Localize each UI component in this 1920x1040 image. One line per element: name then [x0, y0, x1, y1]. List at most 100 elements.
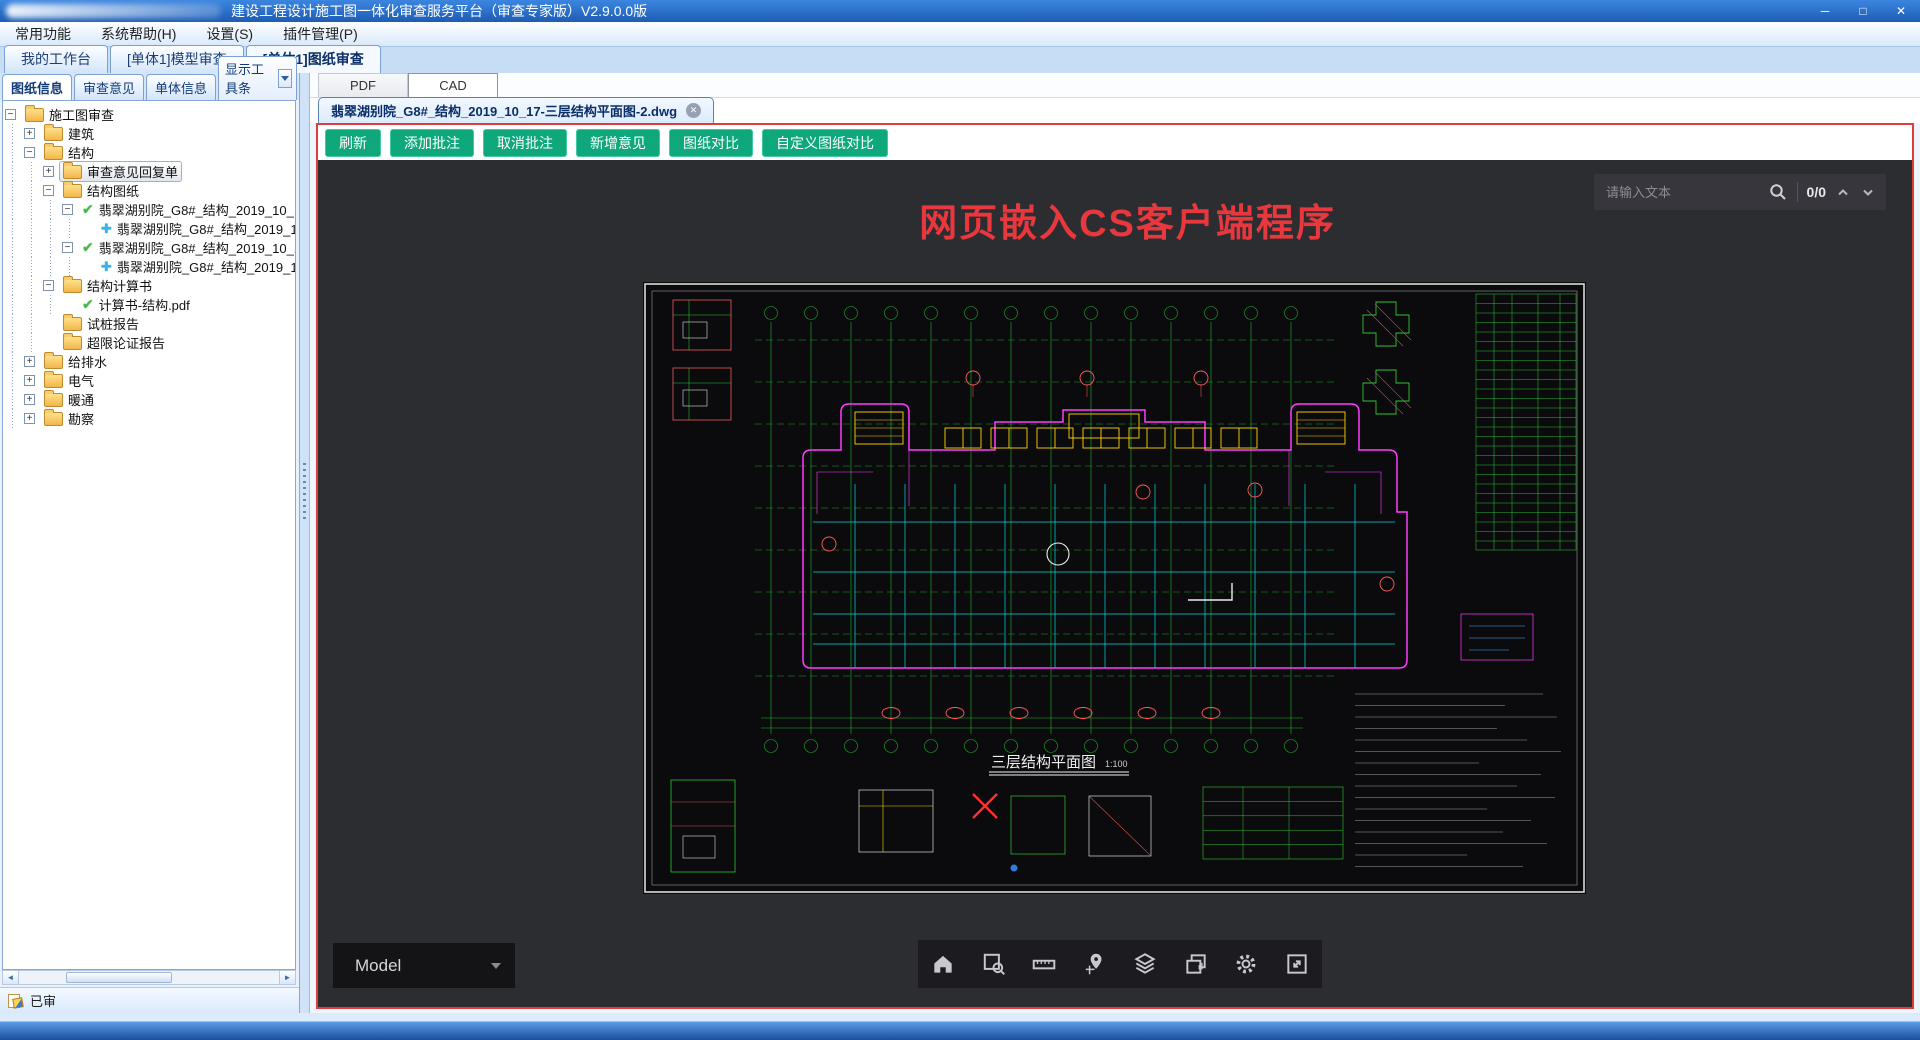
tree-node[interactable]: 试桩报告	[3, 313, 295, 334]
tree-node-content[interactable]: 超限论证报告	[59, 332, 169, 353]
viewer-action-button[interactable]: 取消批注	[483, 128, 567, 157]
tree-guide	[3, 143, 22, 162]
zoom-window-button[interactable]	[977, 947, 1011, 981]
tree-label: 结构	[68, 146, 95, 161]
tree-guide	[3, 181, 22, 200]
tree-node[interactable]: + 给排水	[3, 351, 295, 372]
tree-guide	[41, 257, 60, 276]
tree-expander[interactable]: +	[24, 375, 35, 386]
viewer-action-button[interactable]: 新增意见	[576, 128, 660, 157]
maximize-button[interactable]: □	[1844, 0, 1882, 22]
tree-node-content[interactable]: 勘察	[40, 408, 98, 429]
tree-label: 试桩报告	[87, 317, 140, 332]
minimize-button[interactable]: ─	[1806, 0, 1844, 22]
format-tab-cad[interactable]: CAD	[408, 73, 498, 97]
menu-item[interactable]: 插件管理(P)	[268, 24, 373, 44]
tree-expander[interactable]: −	[62, 204, 73, 215]
tree-node[interactable]: + 审查意见回复单	[3, 161, 295, 182]
tree-node-content[interactable]: 结构计算书	[59, 275, 156, 296]
tree-node-content[interactable]: ✔ 翡翠湖别院_G8#_结构_2019_10_17-三	[78, 237, 295, 258]
fullscreen-button[interactable]	[1280, 947, 1314, 981]
tree-node-content[interactable]: ✚ 翡翠湖别院_G8#_结构_2019_10_1	[97, 218, 295, 239]
layers-button[interactable]	[1128, 947, 1162, 981]
tree-expander[interactable]: +	[24, 356, 35, 367]
tree-expander[interactable]: −	[62, 242, 73, 253]
settings-gear-button[interactable]	[1229, 947, 1263, 981]
tree-node[interactable]: − 结构	[3, 142, 295, 163]
document-tab[interactable]: 翡翠湖别院_G8#_结构_2019_10_17-三层结构平面图-2.dwg ✕	[318, 97, 715, 123]
viewer-action-button[interactable]: 刷新	[325, 128, 381, 157]
main-tab[interactable]: 我的工作台	[4, 45, 108, 73]
horizontal-scrollbar[interactable]: ◄ ►	[2, 970, 296, 985]
tree-node-content[interactable]: 电气	[40, 370, 98, 391]
tree-node[interactable]: ✔ 计算书-结构.pdf	[3, 295, 295, 314]
panel-tab[interactable]: 审查意见	[74, 74, 145, 100]
folder-icon	[44, 142, 63, 160]
search-icon[interactable]	[1768, 182, 1788, 202]
scrollbar-track[interactable]	[19, 971, 279, 984]
tree-node[interactable]: − 结构计算书	[3, 275, 295, 296]
tree-node-content[interactable]: 结构	[40, 142, 98, 163]
model-selector[interactable]: Model	[333, 943, 515, 988]
measure-ruler-button[interactable]	[1027, 947, 1061, 981]
previous-match-icon[interactable]	[1835, 185, 1851, 199]
panel-tab[interactable]: 图纸信息	[2, 74, 73, 100]
tree-expander[interactable]: +	[24, 413, 35, 424]
tree-expander[interactable]: −	[43, 185, 54, 196]
tree-expander[interactable]: −	[24, 147, 35, 158]
tree-guide	[22, 181, 41, 200]
tree-node[interactable]: − 施工图审查	[3, 104, 295, 125]
home-button[interactable]	[926, 947, 960, 981]
menu-item[interactable]: 设置(S)	[191, 24, 268, 44]
viewer-area: PDF CAD 翡翠湖别院_G8#_结构_2019_10_17-三层结构平面图-2…	[310, 73, 1920, 1013]
format-tab-pdf[interactable]: PDF	[318, 73, 408, 97]
tree-node[interactable]: ✚ 翡翠湖别院_G8#_结构_2019_10_1	[3, 257, 295, 276]
scroll-left-arrow[interactable]: ◄	[3, 971, 19, 984]
tree-node[interactable]: 超限论证报告	[3, 332, 295, 353]
panel-tab[interactable]: 单体信息	[146, 74, 217, 100]
viewer-action-button[interactable]: 添加批注	[390, 128, 474, 157]
tree-node-content[interactable]: 结构图纸	[59, 180, 143, 201]
close-document-icon[interactable]: ✕	[686, 103, 702, 118]
close-button[interactable]: ✕	[1882, 0, 1920, 22]
tree-node-content[interactable]: ✔ 翡翠湖别院_G8#_结构_2019_10_17-三	[78, 199, 295, 220]
viewer-action-button[interactable]: 图纸对比	[669, 128, 753, 157]
scroll-right-arrow[interactable]: ►	[279, 971, 295, 984]
menu-item[interactable]: 系统帮助(H)	[86, 24, 191, 44]
overlay-watermark: 网页嵌入CS客户端程序	[919, 203, 1336, 245]
next-match-icon[interactable]	[1860, 185, 1876, 199]
toolbar-toggle[interactable]: 显示工具条	[218, 56, 297, 100]
scrollbar-thumb[interactable]	[65, 972, 172, 983]
tree-expander[interactable]: +	[24, 128, 35, 139]
tree-node-content[interactable]: 给排水	[40, 351, 111, 372]
tree-node[interactable]: ✚ 翡翠湖别院_G8#_结构_2019_10_1	[3, 219, 295, 238]
menu-item[interactable]: 常用功能	[0, 24, 86, 44]
toolbar-dropdown[interactable]	[277, 68, 292, 88]
viewports-button[interactable]	[1179, 947, 1213, 981]
tree-node[interactable]: + 电气	[3, 370, 295, 391]
tree-expander[interactable]: +	[24, 394, 35, 405]
tree-node[interactable]: + 建筑	[3, 123, 295, 144]
cad-canvas[interactable]: 网页嵌入CS客户端程序 0/0 三层结构平面图 1:100	[318, 160, 1912, 1007]
tree-node[interactable]: − 结构图纸	[3, 180, 295, 201]
tree-node-content[interactable]: ✔ 计算书-结构.pdf	[78, 294, 194, 315]
tree-node-content[interactable]: 建筑	[40, 123, 98, 144]
folder-icon	[44, 351, 63, 369]
tree-node-content[interactable]: 试桩报告	[59, 313, 143, 334]
tree-expander[interactable]: −	[5, 109, 16, 120]
tree-node[interactable]: + 勘察	[3, 408, 295, 429]
coordinate-pin-button[interactable]	[1078, 947, 1112, 981]
tree-node[interactable]: −✔ 翡翠湖别院_G8#_结构_2019_10_17-三	[3, 238, 295, 257]
tree-label: 给排水	[68, 355, 108, 370]
tree-node[interactable]: + 暖通	[3, 389, 295, 410]
tree-expander[interactable]: −	[43, 280, 54, 291]
tree-node-content[interactable]: 暖通	[40, 389, 98, 410]
search-input[interactable]	[1604, 183, 1759, 201]
tree-node-content[interactable]: 审查意见回复单	[59, 161, 183, 182]
panel-splitter[interactable]	[300, 73, 310, 1013]
tree-node-content[interactable]: ✚ 翡翠湖别院_G8#_结构_2019_10_1	[97, 256, 295, 277]
viewer-action-button[interactable]: 自定义图纸对比	[762, 128, 888, 157]
tree-expander[interactable]: +	[43, 166, 54, 177]
tree-node-content[interactable]: 施工图审查	[21, 104, 118, 125]
tree-node[interactable]: −✔ 翡翠湖别院_G8#_结构_2019_10_17-三	[3, 200, 295, 219]
